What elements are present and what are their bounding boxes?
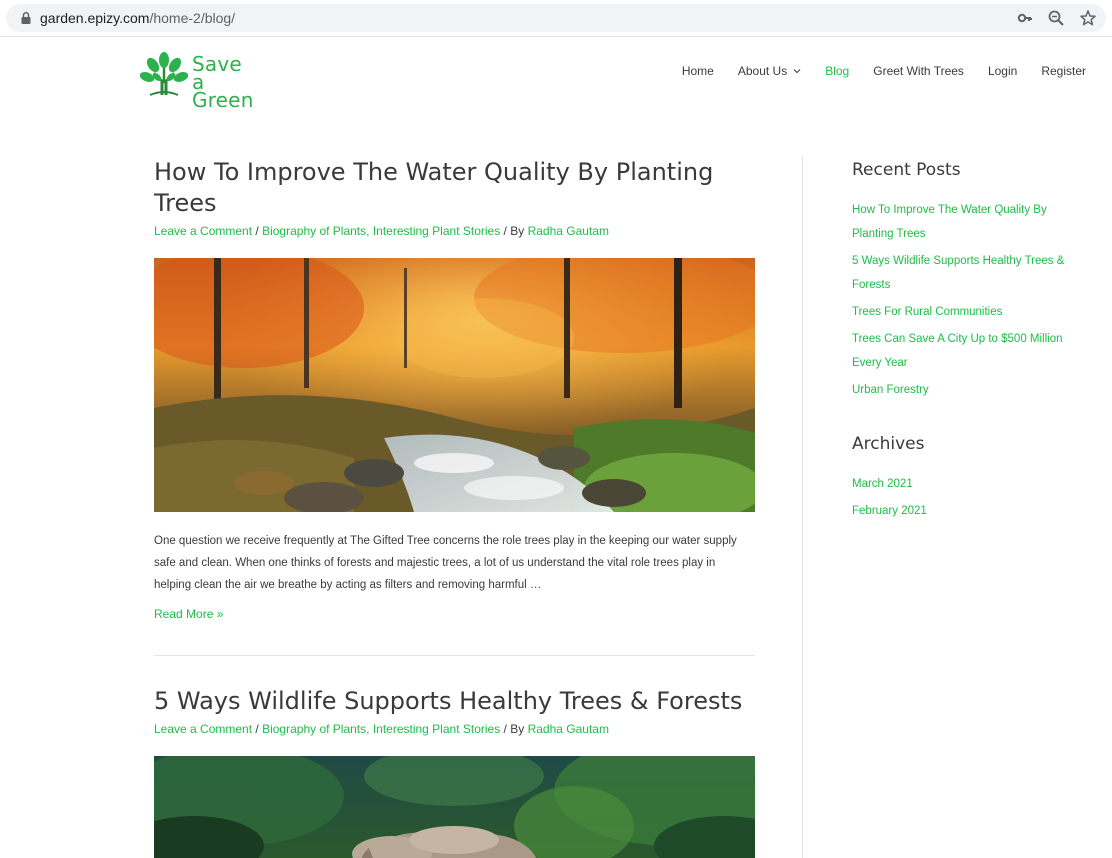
nav-about-label: About Us: [737, 64, 788, 78]
recent-post-link[interactable]: How To Improve The Water Quality By Plan…: [852, 198, 1082, 246]
recent-post-link[interactable]: Trees For Rural Communities: [852, 300, 1082, 324]
logo-line-1: Save a: [192, 52, 242, 94]
nav-greet-with-trees[interactable]: Greet With Trees: [873, 64, 964, 78]
post-meta: Leave a Comment / Biography of Plants, I…: [154, 721, 755, 737]
meta-by: / By: [500, 722, 528, 736]
archive-link[interactable]: March 2021: [852, 472, 1082, 496]
post-meta: Leave a Comment / Biography of Plants, I…: [154, 223, 755, 239]
blog-post: 5 Ways Wildlife Supports Healthy Trees &…: [154, 686, 755, 858]
category-link[interactable]: Interesting Plant Stories: [373, 224, 500, 238]
browser-toolbar: garden.epizy.com/home-2/blog/: [0, 0, 1112, 37]
nav-register[interactable]: Register: [1041, 64, 1086, 78]
author-link[interactable]: Radha Gautam: [528, 722, 609, 736]
post-divider: [154, 655, 755, 656]
meta-comma: ,: [366, 722, 373, 736]
recent-post-link[interactable]: 5 Ways Wildlife Supports Healthy Trees &…: [852, 249, 1082, 297]
post-featured-image[interactable]: [154, 258, 755, 512]
site-logo[interactable]: Save a Green: [140, 51, 258, 110]
comment-link[interactable]: Leave a Comment: [154, 224, 252, 238]
sidebar-divider: [802, 156, 803, 858]
meta-by: / By: [500, 224, 528, 238]
logo-wordmark: Save a Green: [192, 52, 258, 112]
meta-separator: /: [252, 224, 263, 238]
archive-link[interactable]: February 2021: [852, 499, 1082, 523]
address-bar[interactable]: garden.epizy.com/home-2/blog/: [6, 4, 1106, 32]
star-icon[interactable]: [1079, 9, 1097, 27]
nav-register-label: Register: [1041, 64, 1086, 78]
blog-post: How To Improve The Water Quality By Plan…: [154, 157, 755, 621]
meta-comma: ,: [366, 224, 373, 238]
recent-posts-list: How To Improve The Water Quality By Plan…: [852, 198, 1082, 402]
post-title[interactable]: 5 Ways Wildlife Supports Healthy Trees &…: [154, 686, 755, 717]
url-text[interactable]: garden.epizy.com/home-2/blog/: [40, 10, 235, 26]
logo-line-2: Green: [192, 88, 254, 112]
post-title[interactable]: How To Improve The Water Quality By Plan…: [154, 157, 755, 219]
nav-home[interactable]: Home: [682, 64, 714, 78]
recent-posts-title: Recent Posts: [852, 160, 961, 180]
main-nav: Home About Us Blog Greet With Trees Logi…: [658, 64, 1086, 78]
nav-about-us[interactable]: About Us: [738, 64, 801, 78]
post-excerpt: One question we receive frequently at Th…: [154, 535, 737, 591]
tree-logo-icon: [140, 52, 188, 96]
nav-blog[interactable]: Blog: [825, 64, 849, 78]
nav-blog-label: Blog: [825, 64, 850, 78]
category-link[interactable]: Biography of Plants: [262, 722, 366, 736]
nav-home-label: Home: [681, 64, 714, 78]
read-more-link[interactable]: Read More »: [154, 607, 755, 621]
lock-icon: [21, 11, 31, 24]
key-icon[interactable]: [1016, 9, 1034, 27]
nav-greet-label: Greet With Trees: [873, 64, 964, 78]
comment-link[interactable]: Leave a Comment: [154, 722, 252, 736]
site-header: Save a Green Home About Us Blog Greet Wi…: [0, 37, 1112, 117]
autumn-forest-stream-image: [154, 258, 755, 512]
category-link[interactable]: Interesting Plant Stories: [373, 722, 500, 736]
zoom-icon[interactable]: [1047, 9, 1065, 27]
sidebar: Recent Posts How To Improve The Water Qu…: [852, 158, 1082, 526]
post-featured-image[interactable]: [154, 756, 755, 858]
elephant-jungle-image: [154, 756, 755, 858]
recent-post-link[interactable]: Trees Can Save A City Up to $500 Million…: [852, 327, 1082, 375]
nav-login[interactable]: Login: [988, 64, 1017, 78]
author-link[interactable]: Radha Gautam: [528, 224, 609, 238]
recent-post-link[interactable]: Urban Forestry: [852, 378, 1082, 402]
category-link[interactable]: Biography of Plants: [262, 224, 366, 238]
meta-separator: /: [252, 722, 263, 736]
url-path: /home-2/blog/: [149, 10, 236, 26]
chevron-down-icon: [793, 69, 801, 74]
archives-title: Archives: [852, 434, 925, 454]
url-domain: garden.epizy.com: [40, 10, 150, 26]
archives-list: March 2021 February 2021: [852, 472, 1082, 523]
nav-login-label: Login: [987, 64, 1018, 78]
